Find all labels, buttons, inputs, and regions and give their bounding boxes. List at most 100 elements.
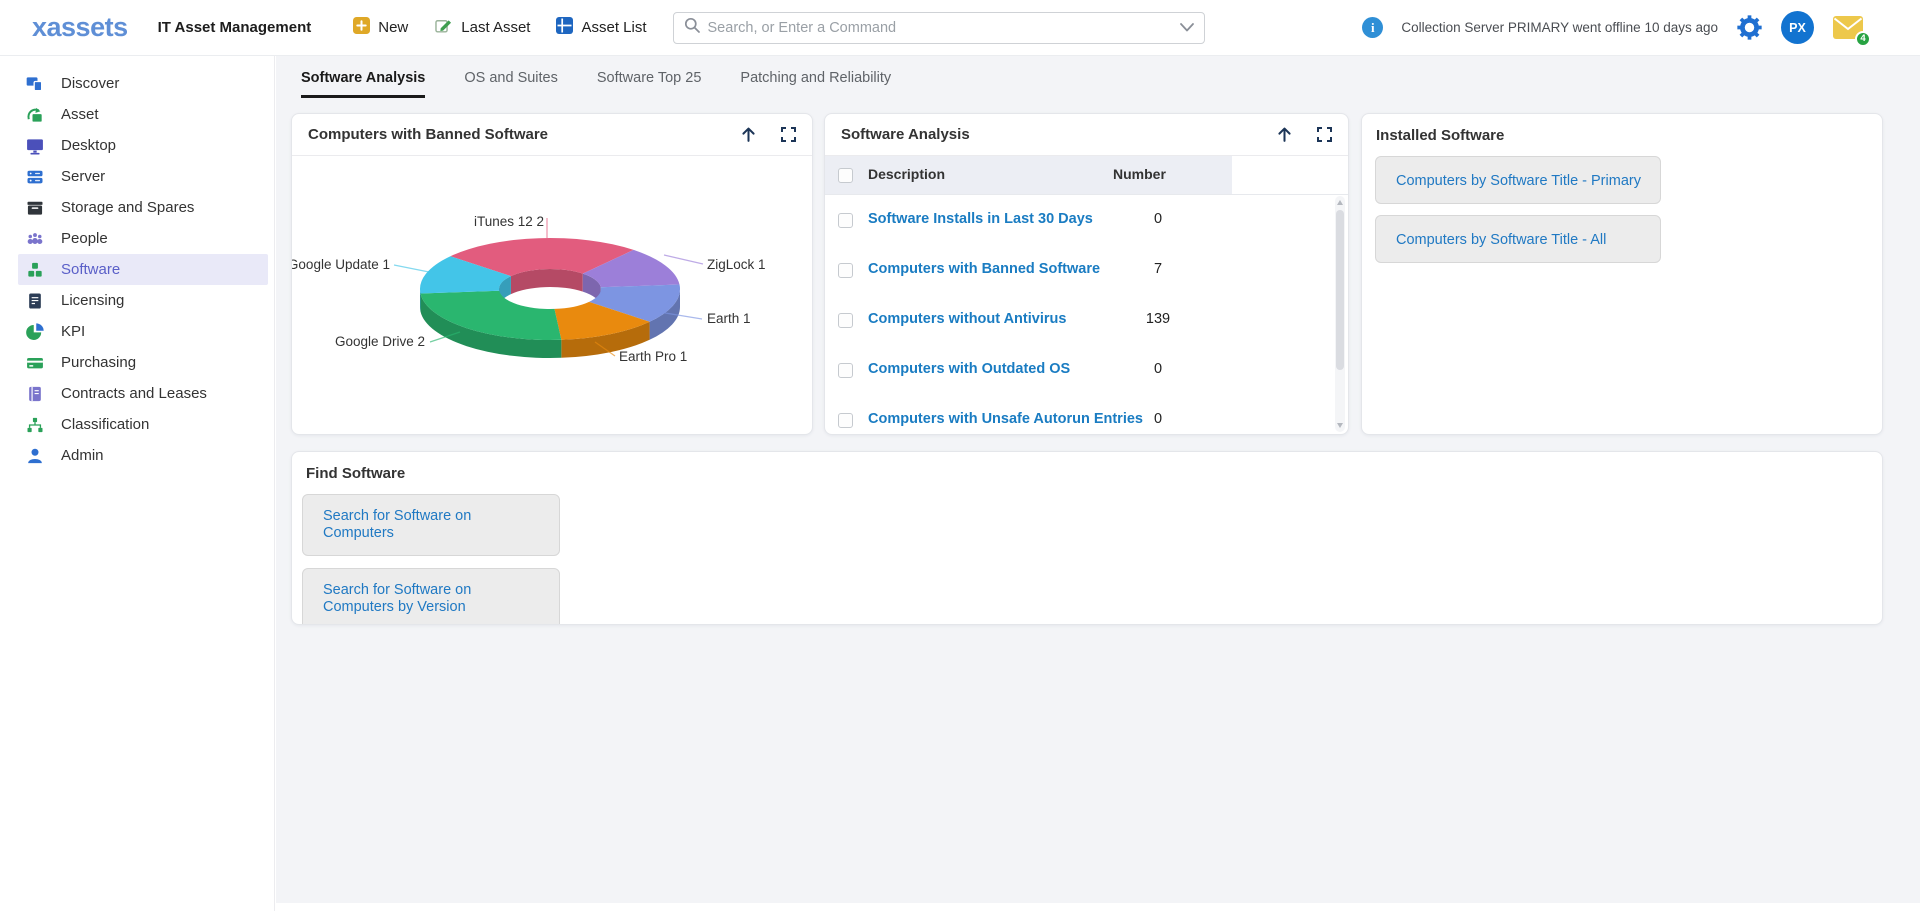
row-checkbox[interactable]	[838, 213, 853, 228]
last-asset-label: Last Asset	[461, 19, 530, 36]
scroll-up-arrow-icon[interactable]	[1337, 200, 1343, 205]
new-button[interactable]: New	[353, 17, 408, 38]
sidebar-item-label: Server	[61, 168, 105, 185]
sidebar-item-label: KPI	[61, 323, 85, 340]
table-scrollbar[interactable]	[1335, 196, 1345, 432]
sidebar-item-kpi[interactable]: KPI	[0, 316, 268, 347]
sidebar-item-label: Desktop	[61, 137, 116, 154]
search-input[interactable]	[708, 20, 1180, 36]
sidebar-item-licensing[interactable]: Licensing	[0, 285, 268, 316]
sidebar-item-purchasing[interactable]: Purchasing	[0, 347, 268, 378]
table-row: Computers with Outdated OS 0	[825, 345, 1348, 395]
pie-label: Google Drive 2	[335, 334, 425, 349]
sidebar-item-label: Discover	[61, 75, 119, 92]
search-software-on-computers-by-version-button[interactable]: Search for Software on Computers by Vers…	[302, 568, 560, 625]
select-all-checkbox[interactable]	[838, 168, 853, 183]
tab-os-and-suites[interactable]: OS and Suites	[464, 64, 558, 98]
installed-software-card: Installed Software Computers by Software…	[1361, 113, 1883, 435]
card-title: Software Analysis	[841, 126, 970, 143]
table-body: Software Installs in Last 30 Days 0 Comp…	[825, 194, 1348, 435]
storage-icon	[25, 198, 45, 218]
messages-button[interactable]: 4	[1832, 15, 1864, 41]
sidebar-item-people[interactable]: People	[0, 223, 268, 254]
chevron-down-icon[interactable]	[1180, 19, 1194, 37]
export-up-arrow-icon[interactable]	[740, 126, 757, 143]
column-header-description: Description	[868, 166, 945, 182]
sidebar-item-label: Admin	[61, 447, 104, 464]
card-header: Find Software	[292, 452, 1882, 494]
table-row: Computers with Unsafe Autorun Entries 0	[825, 395, 1348, 435]
main-content: Software Analysis OS and Suites Software…	[276, 56, 1920, 903]
sidebar-item-software[interactable]: Software	[18, 254, 268, 285]
info-icon[interactable]: i	[1362, 17, 1383, 38]
card-header: Installed Software	[1362, 114, 1882, 156]
sidebar-item-contracts[interactable]: Contracts and Leases	[0, 378, 268, 409]
user-avatar[interactable]: PX	[1781, 11, 1814, 44]
mail-count-badge: 4	[1855, 31, 1871, 47]
last-asset-button[interactable]: Last Asset	[434, 16, 530, 39]
asset-icon	[25, 105, 45, 125]
pie-label-leader-line	[394, 265, 429, 272]
page-title: IT Asset Management	[158, 19, 312, 36]
software-analysis-card: Software Analysis Description Number	[824, 113, 1349, 435]
table-icon	[556, 17, 573, 38]
sidebar-item-classification[interactable]: Classification	[0, 409, 268, 440]
asset-list-label: Asset List	[581, 19, 646, 36]
admin-icon	[25, 446, 45, 466]
report-link[interactable]: Software Installs in Last 30 Days	[868, 211, 1093, 227]
asset-list-button[interactable]: Asset List	[556, 17, 646, 38]
report-link[interactable]: Computers without Antivirus	[868, 311, 1066, 327]
card-title: Installed Software	[1376, 127, 1504, 144]
pie-label: Earth 1	[707, 311, 751, 326]
sidebar-item-label: Storage and Spares	[61, 199, 194, 216]
software-icon	[25, 260, 45, 280]
tab-patching-reliability[interactable]: Patching and Reliability	[740, 64, 891, 98]
row-checkbox[interactable]	[838, 363, 853, 378]
toolbar: New Last Asset Asset List	[353, 16, 646, 39]
report-count: 0	[1113, 411, 1203, 427]
sidebar-item-desktop[interactable]: Desktop	[0, 130, 268, 161]
settings-gear-icon[interactable]	[1736, 14, 1763, 41]
expand-icon[interactable]	[1317, 127, 1332, 142]
scrollbar-thumb[interactable]	[1336, 210, 1344, 370]
sidebar-nav: Discover Asset Desktop Server Storage an…	[0, 56, 275, 911]
pie-label: iTunes 12 2	[474, 214, 544, 229]
discover-icon	[25, 74, 45, 94]
tab-software-top-25[interactable]: Software Top 25	[597, 64, 702, 98]
report-link[interactable]: Computers with Outdated OS	[868, 361, 1070, 377]
search-icon	[684, 17, 700, 38]
card-header: Computers with Banned Software	[292, 114, 812, 156]
computers-by-software-title-primary-button[interactable]: Computers by Software Title - Primary	[1375, 156, 1661, 204]
classification-icon	[25, 415, 45, 435]
sidebar-item-admin[interactable]: Admin	[0, 440, 268, 471]
report-count: 0	[1113, 361, 1203, 377]
sidebar-item-discover[interactable]: Discover	[0, 68, 268, 99]
table-row: Computers without Antivirus 139	[825, 295, 1348, 345]
sidebar-item-server[interactable]: Server	[0, 161, 268, 192]
report-link[interactable]: Computers with Unsafe Autorun Entries	[868, 411, 1143, 427]
sidebar-item-asset[interactable]: Asset	[0, 99, 268, 130]
row-checkbox[interactable]	[838, 263, 853, 278]
banned-software-donut-chart[interactable]: iTunes 12 2ZigLock 1Earth 1Earth Pro 1Go…	[292, 156, 813, 435]
report-link[interactable]: Computers with Banned Software	[868, 261, 1100, 277]
row-checkbox[interactable]	[838, 313, 853, 328]
xassets-logo: xassets	[32, 12, 128, 43]
row-checkbox[interactable]	[838, 413, 853, 428]
export-up-arrow-icon[interactable]	[1276, 126, 1293, 143]
sidebar-item-label: Contracts and Leases	[61, 385, 207, 402]
scroll-down-arrow-icon[interactable]	[1337, 423, 1343, 428]
search-software-on-computers-button[interactable]: Search for Software on Computers	[302, 494, 560, 556]
people-icon	[25, 229, 45, 249]
kpi-icon	[25, 322, 45, 342]
tab-software-analysis[interactable]: Software Analysis	[301, 64, 425, 98]
server-status-message: Collection Server PRIMARY went offline 1…	[1401, 20, 1718, 35]
sidebar-item-label: Software	[61, 261, 120, 278]
computers-by-software-title-all-button[interactable]: Computers by Software Title - All	[1375, 215, 1661, 263]
contracts-icon	[25, 384, 45, 404]
licensing-icon	[25, 291, 45, 311]
sidebar-item-storage[interactable]: Storage and Spares	[0, 192, 268, 223]
sidebar-item-label: Licensing	[61, 292, 124, 309]
sidebar-item-label: Classification	[61, 416, 149, 433]
command-search[interactable]	[673, 12, 1205, 44]
expand-icon[interactable]	[781, 127, 796, 142]
